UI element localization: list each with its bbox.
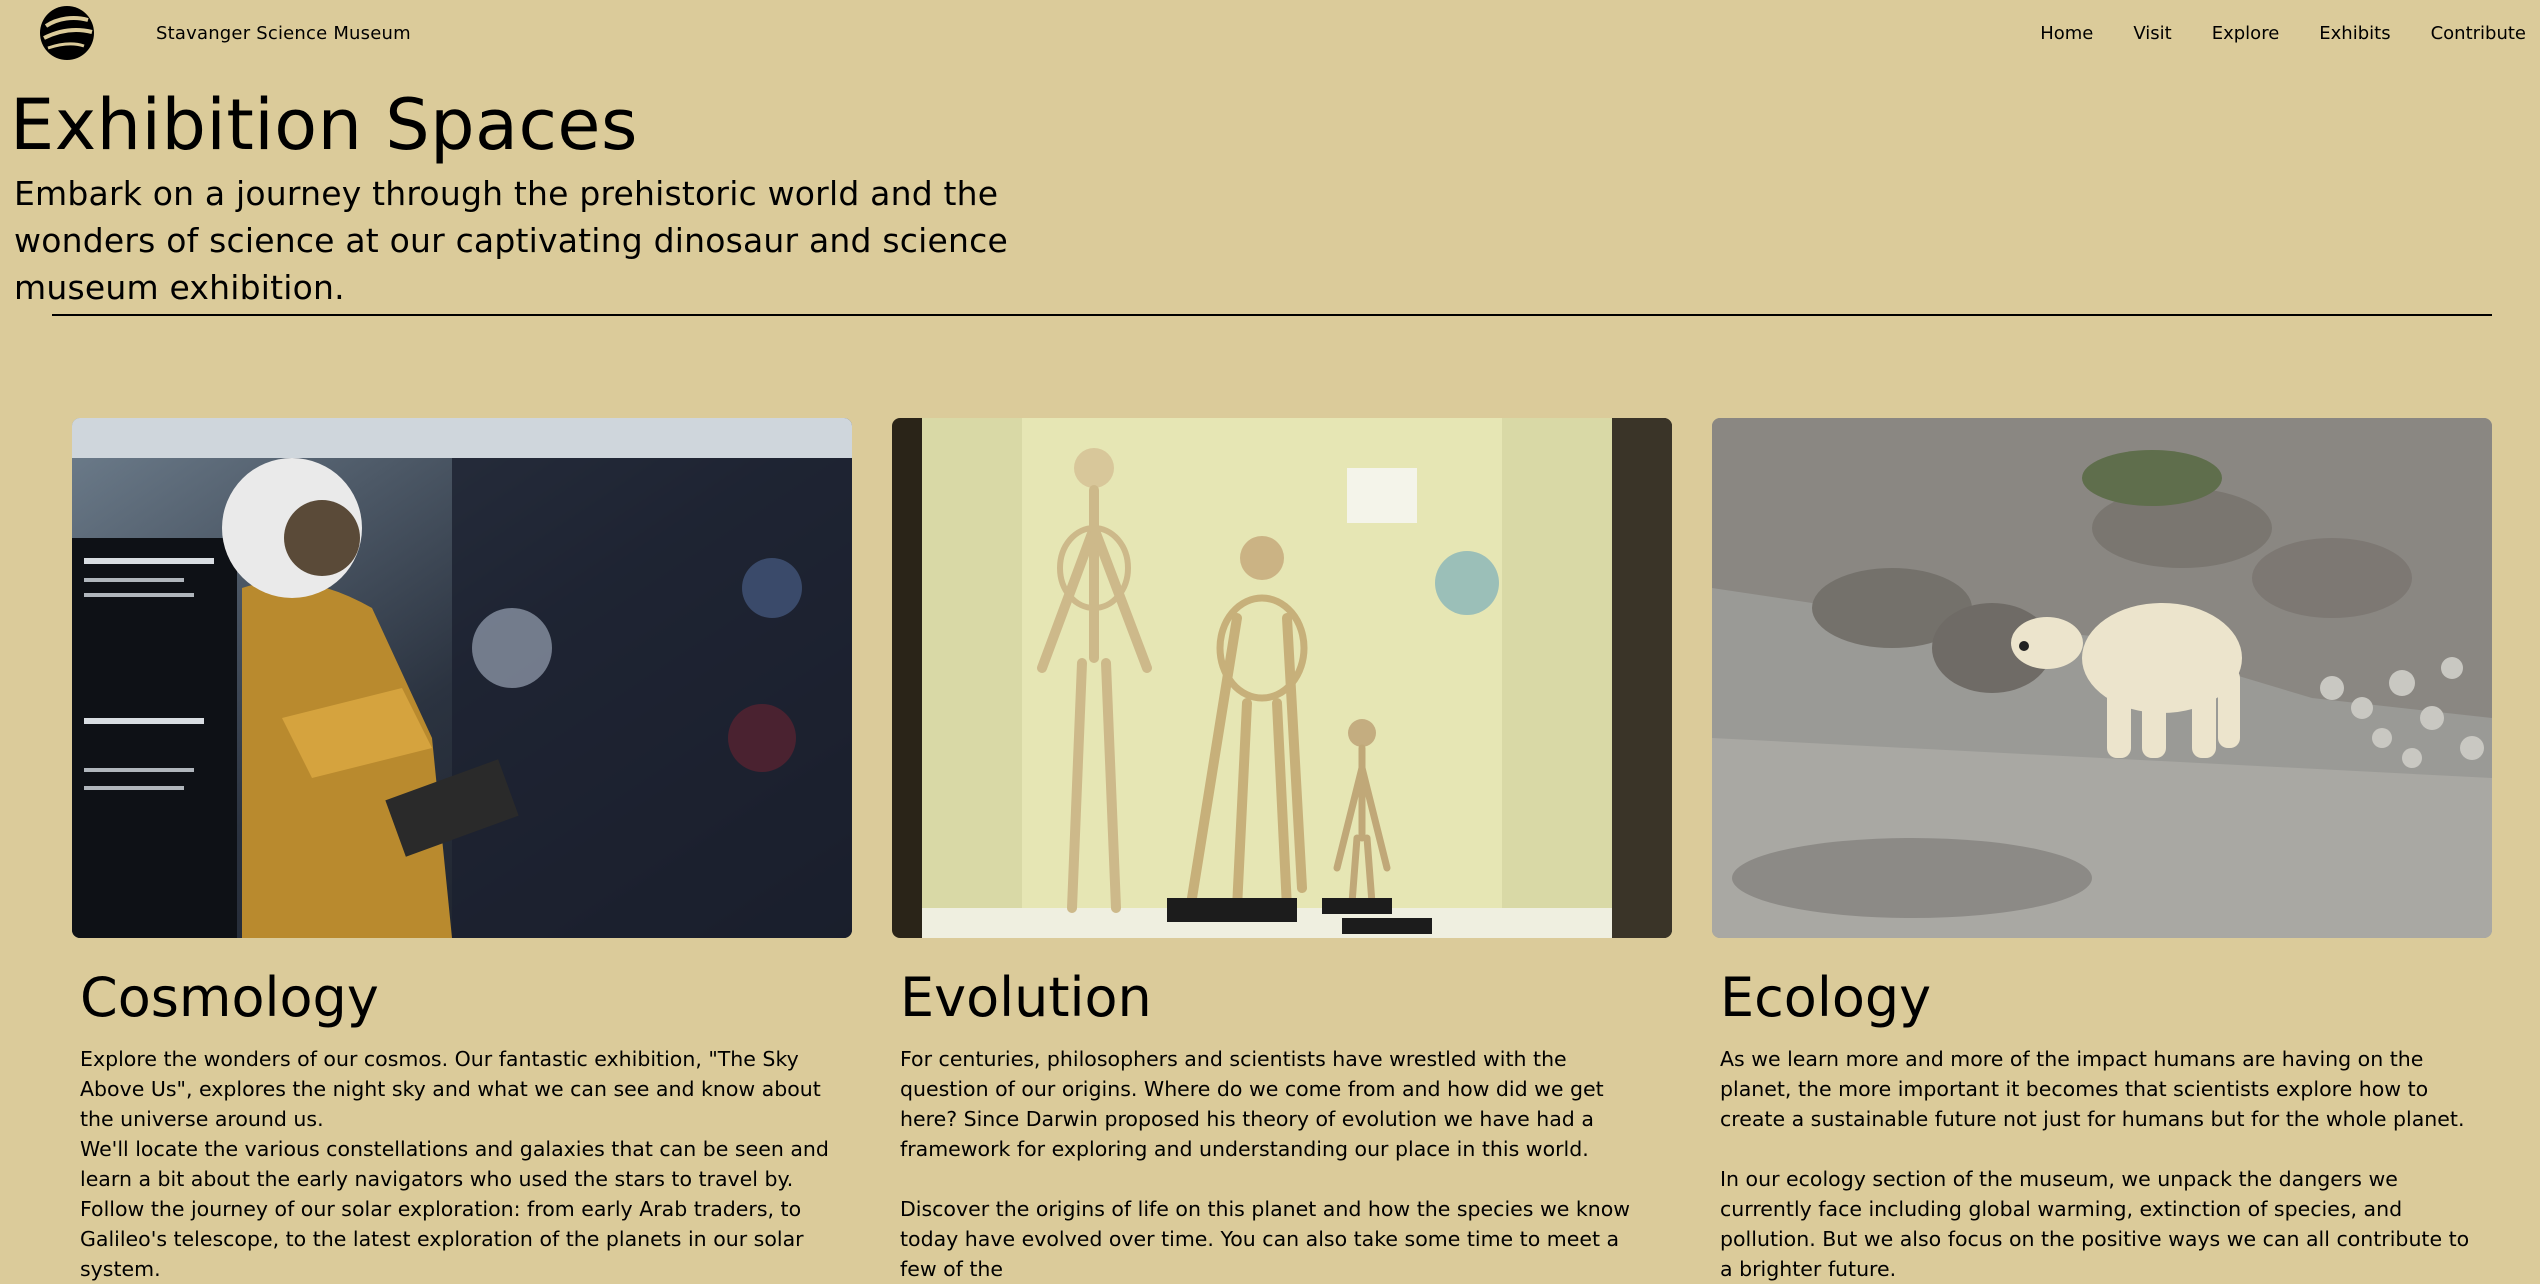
section-divider <box>52 314 2492 316</box>
museum-logo-icon[interactable] <box>38 4 96 62</box>
site-header: Stavanger Science Museum Home Visit Expl… <box>0 0 2540 68</box>
card-title: Evolution <box>900 966 1152 1029</box>
nav-contribute[interactable]: Contribute <box>2431 22 2526 46</box>
exhibit-card-cosmology: Cosmology Explore the wonders of our cos… <box>72 418 852 1284</box>
nav-explore[interactable]: Explore <box>2212 22 2280 46</box>
astronaut-exhibit-photo <box>72 418 852 938</box>
card-paragraph: In our ecology section of the museum, we… <box>1720 1167 2470 1281</box>
polar-bear-photo <box>1712 418 2492 938</box>
card-paragraph: For centuries, philosophers and scientis… <box>900 1047 1604 1161</box>
card-paragraph: Discover the origins of life on this pla… <box>900 1197 1631 1281</box>
main-nav: Home Visit Explore Exhibits Contribute <box>2000 22 2526 46</box>
card-paragraph: We'll locate the various constellations … <box>80 1137 829 1281</box>
exhibit-card-evolution: Evolution For centuries, philosophers an… <box>892 418 1672 1284</box>
card-description: As we learn more and more of the impact … <box>1720 1044 2480 1284</box>
card-description: Explore the wonders of our cosmos. Our f… <box>80 1044 840 1284</box>
primate-skeletons-photo <box>892 418 1672 938</box>
page-title: Exhibition Spaces <box>10 84 638 166</box>
card-title: Ecology <box>1720 966 1932 1029</box>
card-title: Cosmology <box>80 966 379 1029</box>
nav-visit[interactable]: Visit <box>2133 22 2171 46</box>
exhibit-card-ecology: Ecology As we learn more and more of the… <box>1712 418 2492 1284</box>
nav-exhibits[interactable]: Exhibits <box>2319 22 2390 46</box>
page-subtitle: Embark on a journey through the prehisto… <box>14 174 1008 307</box>
site-name[interactable]: Stavanger Science Museum <box>156 22 411 46</box>
card-paragraph: Explore the wonders of our cosmos. Our f… <box>80 1047 821 1131</box>
nav-home[interactable]: Home <box>2040 22 2093 46</box>
card-paragraph: As we learn more and more of the impact … <box>1720 1047 2465 1131</box>
card-description: For centuries, philosophers and scientis… <box>900 1044 1660 1284</box>
